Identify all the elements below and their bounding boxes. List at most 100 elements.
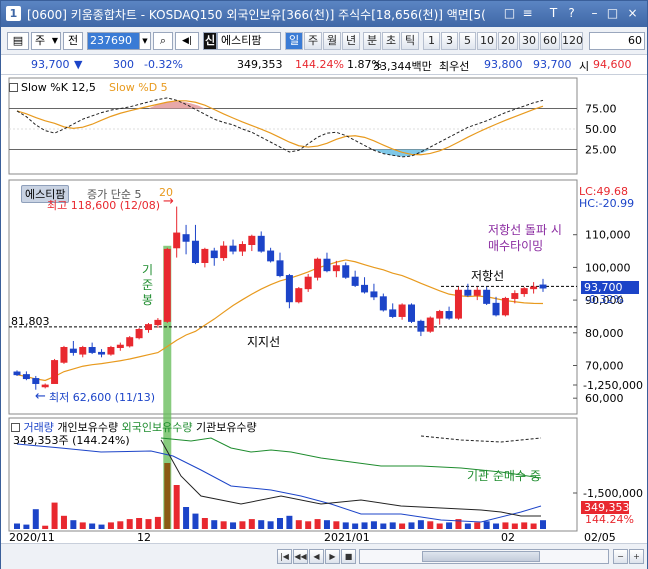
num-1[interactable]: 1 [423,32,440,50]
volume-bar [239,521,246,529]
volume-bar [474,522,481,529]
window-title: [0600] 키움종합차트 - KOSDAQ150 외국인보유[366(천)] … [27,8,486,22]
volume-bar [314,519,321,529]
volume-tick-label: -1,250,000 [583,379,643,392]
price-tick-label: 100,000 [585,261,631,274]
volume-bar [511,523,518,529]
candle-body [145,324,152,331]
period-month[interactable]: 월 [323,32,341,50]
candle-body [267,250,275,262]
best-bid: 93,800 [484,58,523,71]
num-5[interactable]: 5 [459,32,476,50]
candle-body [98,351,106,355]
count-input[interactable]: 60 [589,32,645,50]
candle-body [295,288,303,303]
support-text: 지지선 [247,335,281,349]
volume-bar [14,523,20,529]
candle-body [191,240,199,263]
search-icon[interactable]: ⌕ [153,32,173,50]
volume-bar [464,523,471,529]
type1-label: 주 [35,34,46,47]
hc-label: HC:-20.99 [579,197,635,210]
num-30[interactable]: 30 [519,32,539,50]
num-3[interactable]: 3 [441,32,458,50]
num-60[interactable]: 60 [540,32,560,50]
volume-bar [173,485,180,529]
stoch-k-text: Slow %K 12,5 [21,81,96,94]
candle-body [173,232,181,249]
volume-bar [89,523,96,529]
candle-body [314,258,322,278]
scroll-bar[interactable]: |◀ ◀◀ ◀ ▶ ■ − + [1,543,647,569]
legend-foreign: 외국인보유수량 [121,421,193,434]
candle-body [126,337,134,347]
candle-body [408,304,415,322]
volume-bar [51,502,58,529]
volume-bar [248,519,255,529]
candle-body [79,347,87,355]
volume-bar [32,509,39,529]
num-10[interactable]: 10 [477,32,497,50]
speaker-icon[interactable]: ◀| [175,32,199,50]
num-20[interactable]: 20 [498,32,518,50]
code-dropdown-icon[interactable]: ▼ [139,32,151,50]
first-icon[interactable]: |◀ [277,549,292,564]
menu-icon[interactable]: ≡ [519,5,536,22]
prev-icon[interactable]: ◀ [309,549,324,564]
candle-body [454,289,462,319]
candle-body [13,371,21,376]
stoch-tick-label: 25.00 [585,144,617,157]
close-icon[interactable]: × [624,5,641,22]
volume-bar [79,522,86,529]
stop-icon[interactable]: ■ [341,549,356,564]
next-icon[interactable]: ▶ [325,549,340,564]
candle-body [22,374,30,380]
type-select-1[interactable]: 주 ▼ [31,32,61,50]
volume-bar [201,518,208,529]
volume-bar [342,522,349,529]
list-icon[interactable]: ▤ [7,32,29,50]
candle-body [539,284,547,289]
scroll-track[interactable] [359,549,609,564]
num-120[interactable]: 120 [561,32,583,50]
candle-body [370,291,378,298]
candle-body [530,286,538,290]
candle-body [398,304,406,317]
price-panel [8,179,578,415]
volume-bar [145,519,152,529]
type-select-2[interactable]: 전 [63,32,83,50]
minimize-icon[interactable]: – [586,5,603,22]
period-year[interactable]: 년 [342,32,360,50]
volume-pct-label: 144.24% [585,513,634,526]
rewind-icon[interactable]: ◀◀ [293,549,308,564]
candle-body [426,317,434,332]
volume-bar [60,515,67,529]
candle-body [417,320,425,332]
candle-body [304,276,312,290]
maximize-icon[interactable]: □ [604,5,621,22]
candle-body [69,348,77,353]
candle-body [351,276,359,286]
period-minute[interactable]: 분 [363,32,381,50]
restore-icon[interactable]: □ [501,5,518,22]
chart-toolbar: ▤ 주 ▼ 전 237690 ▼ ⌕ ◀| 신 에스티팜 일 주 월 년 분 초 … [1,27,647,55]
price-tick-label: 110,000 [585,229,631,242]
period-week[interactable]: 주 [304,32,322,50]
stock-name[interactable]: 에스티팜 [217,32,281,50]
help-icon[interactable]: ? [563,5,580,22]
candle-body [520,288,528,295]
volume-bar [277,518,283,529]
scroll-thumb[interactable] [422,551,540,562]
zoom-in-icon[interactable]: + [629,549,644,564]
period-tick[interactable]: 틱 [401,32,419,50]
zoom-out-icon[interactable]: − [613,549,628,564]
period-day[interactable]: 일 [285,32,303,50]
best-label: 최우선 [439,60,470,73]
candle-body [51,360,59,384]
font-icon[interactable]: T [545,5,562,22]
volume-bar [192,513,199,529]
period-second[interactable]: 초 [382,32,400,50]
volume-bar [183,507,190,529]
candle-body [473,289,481,296]
chart-area[interactable]: 75.0050.0025.00110,000100,00090,00080,00… [1,76,647,544]
